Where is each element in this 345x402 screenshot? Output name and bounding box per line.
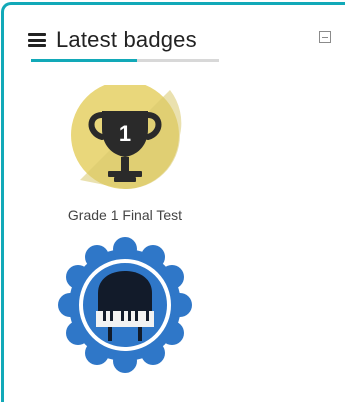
- title-underline-accent: [31, 59, 137, 62]
- piano-badge-image[interactable]: [0, 235, 250, 375]
- title-underline: [31, 59, 219, 62]
- trophy-badge-image[interactable]: 1: [0, 85, 250, 205]
- badge-label[interactable]: Grade 1 Final Test: [0, 207, 250, 223]
- collapse-icon[interactable]: [319, 31, 331, 43]
- badge-item[interactable]: [0, 235, 250, 375]
- badge-item[interactable]: 1 Grade 1 Final Test: [0, 85, 250, 223]
- block-header: Latest badges: [28, 26, 197, 54]
- hamburger-menu-icon[interactable]: [28, 33, 46, 47]
- trophy-number: 1: [119, 121, 131, 146]
- block-title: Latest badges: [56, 27, 197, 52]
